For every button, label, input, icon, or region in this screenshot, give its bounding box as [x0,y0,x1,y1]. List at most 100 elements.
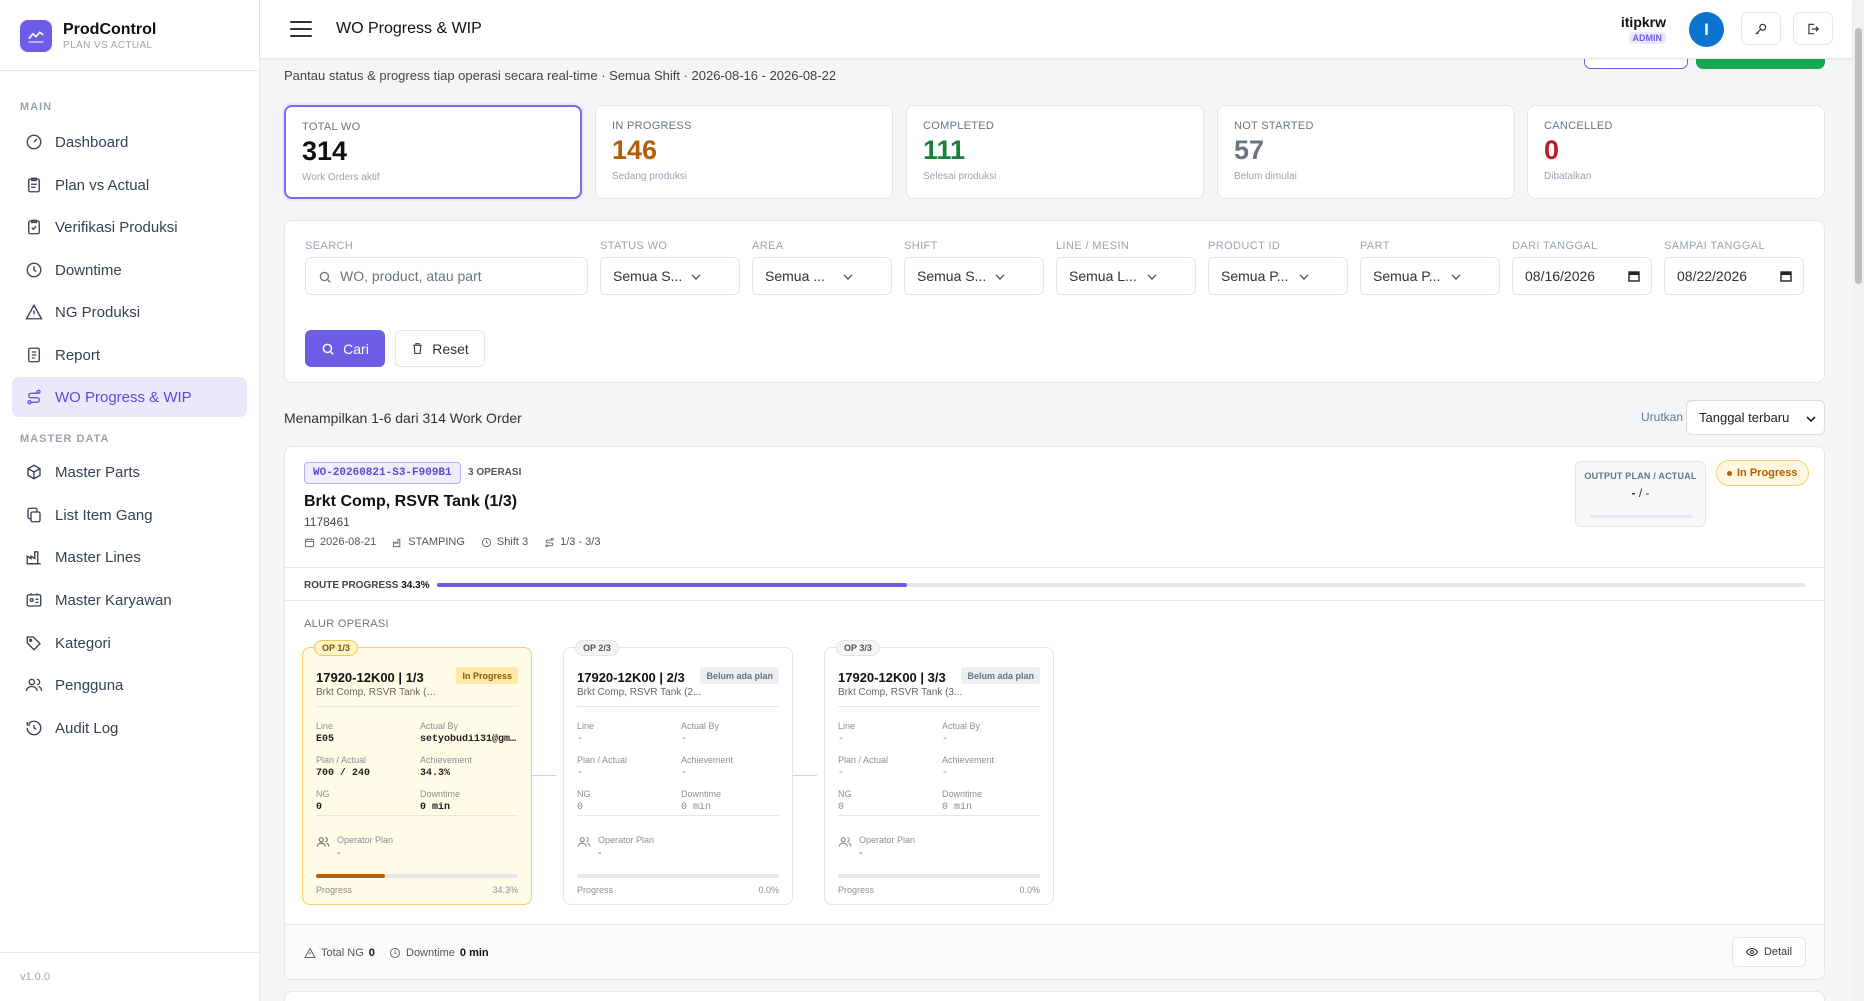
logout-icon [1806,22,1820,36]
page-subtitle: Pantau status & progress tiap operasi se… [284,68,837,83]
op-progress-pct: 34.3% [492,885,518,895]
brand[interactable]: ProdControl PLAN VS ACTUAL [20,20,156,52]
sidebar-item-pengguna[interactable]: Pengguna [12,665,247,705]
key-icon [1754,22,1768,36]
filter-label-line: LINE / MESIN [1056,240,1130,252]
stat-card-cancelled[interactable]: CANCELLED 0 Dibatalkan [1527,105,1825,199]
wo-card-next [284,991,1825,1001]
wo-id-chip[interactable]: WO-20260821-S3-F909B1 [304,462,461,484]
part-select[interactable]: Semua P... [1360,257,1500,295]
sidebar-item-plan-vs-actual[interactable]: Plan vs Actual [12,165,247,205]
sort-select[interactable]: Tanggal terbaru [1686,400,1825,435]
field-caption: Achievement [681,755,734,765]
to-date-input[interactable]: 08/22/2026 [1664,257,1804,295]
area-select[interactable]: Semua ... [752,257,892,295]
sidebar-item-audit-log[interactable]: Audit Log [12,708,247,748]
sidebar-item-ng-produksi[interactable]: NG Produksi [12,292,247,332]
stats-row: TOTAL WO 314 Work Orders aktif IN PROGRE… [284,105,1825,199]
sidebar-item-master-lines[interactable]: Master Lines [12,537,247,577]
op-tag: OP 1/3 [314,640,358,656]
op-name: 17920-12K00 | 2/3 [577,670,685,685]
sidebar-item-label: Master Parts [55,463,141,481]
op-connector [791,775,817,776]
from-date-value: 08/16/2026 [1525,268,1596,284]
detail-button[interactable]: Detail [1732,937,1806,967]
change-password-button[interactable] [1741,12,1781,45]
field-caption: Plan / Actual [577,755,628,765]
user-name: itipkrw [1620,14,1666,30]
stat-sub: Sedang produksi [612,171,688,182]
status-select[interactable]: Semua S... [600,257,740,295]
field-caption: Line [316,721,334,731]
top-header: WO Progress & WIP itipkrw ADMIN I [260,0,1852,59]
sidebar-item-label: WO Progress & WIP [55,388,192,406]
operation-card[interactable]: OP 3/3 17920-12K00 | 3/3 Brkt Comp, RSVR… [824,640,1054,905]
wo-title: Brkt Comp, RSVR Tank (1/3) [304,493,518,510]
stat-card-completed[interactable]: COMPLETED 111 Selesai produksi [906,105,1204,199]
users-icon [25,676,43,694]
operator-plan-label: Operator Plan [598,835,655,845]
stat-card-total-wo[interactable]: TOTAL WO 314 Work Orders aktif [284,105,582,199]
sidebar-item-verifikasi-produksi[interactable]: Verifikasi Produksi [12,207,247,247]
calendar-icon[interactable] [1780,270,1792,282]
sidebar-item-report[interactable]: Report [12,335,247,375]
op-desc: Brkt Comp, RSVR Tank (2... [577,687,702,698]
clock-icon [389,947,401,959]
product-select[interactable]: Semua P... [1208,257,1348,295]
sidebar-item-label: Master Karyawan [55,591,172,609]
op-progress-fill [316,874,386,878]
from-date-input[interactable]: 08/16/2026 [1512,257,1652,295]
wo-area: STAMPING [392,536,465,548]
divider [285,567,1824,568]
divider [0,952,259,953]
users-icon [838,835,852,849]
op-connector [530,775,556,776]
search-button[interactable]: Cari [305,330,385,367]
chevron-down-icon [1451,272,1461,282]
history-icon [25,719,43,737]
sidebar-item-master-karyawan[interactable]: Master Karyawan [12,580,247,620]
warning-icon [304,947,316,959]
sidebar-item-master-parts[interactable]: Master Parts [12,452,247,492]
op-progress-label: Progress [577,885,614,895]
sidebar-item-dashboard[interactable]: Dashboard [12,122,247,162]
op-plan-actual: - [838,768,845,779]
logout-button[interactable] [1793,12,1833,45]
sidebar-item-label: NG Produksi [55,303,141,321]
search-button-label: Cari [343,340,369,357]
line-select[interactable]: Semua L... [1056,257,1196,295]
avatar[interactable]: I [1689,12,1724,47]
op-ng: 0 [838,802,845,813]
route-progress-pct: 34.3% [401,580,430,591]
scrollbar-thumb[interactable] [1855,28,1862,284]
calendar-icon[interactable] [1628,270,1640,282]
wo-shift-text: Shift 3 [496,536,529,548]
sidebar-item-kategori[interactable]: Kategori [12,623,247,663]
factory-icon [392,537,403,548]
sidebar-item-downtime[interactable]: Downtime [12,250,247,290]
stat-card-not-started[interactable]: NOT STARTED 57 Belum dimulai [1217,105,1515,199]
sidebar-item-list-item-gang[interactable]: List Item Gang [12,495,247,535]
chart-line-icon [20,20,52,52]
factory-icon [25,548,43,566]
search-input[interactable]: WO, product, atau part [305,257,588,295]
shift-select[interactable]: Semua S... [904,257,1044,295]
sort-label: Urutkan [1641,410,1684,424]
sidebar-item-label: Verifikasi Produksi [55,218,178,236]
field-caption: Achievement [420,755,473,765]
operation-card[interactable]: OP 1/3 17920-12K00 | 1/3 Brkt Comp, RSVR… [302,640,532,905]
reset-button[interactable]: Reset [395,330,485,367]
op-progress-bar [577,874,779,878]
divider [316,815,518,816]
sidebar-item-wo-progress[interactable]: WO Progress & WIP [12,377,247,417]
hamburger-menu-icon[interactable] [290,20,312,38]
copy-icon [25,506,43,524]
operation-card[interactable]: OP 2/3 17920-12K00 | 2/3 Brkt Comp, RSVR… [563,640,793,905]
field-caption: NG [838,789,852,799]
op-plan-actual: 700 / 240 [316,768,371,779]
reset-button-label: Reset [432,340,469,357]
stat-card-in-progress[interactable]: IN PROGRESS 146 Sedang produksi [595,105,893,199]
page-title: WO Progress & WIP [336,20,482,37]
page-scrollbar[interactable] [1852,0,1864,1001]
divider [0,70,259,71]
